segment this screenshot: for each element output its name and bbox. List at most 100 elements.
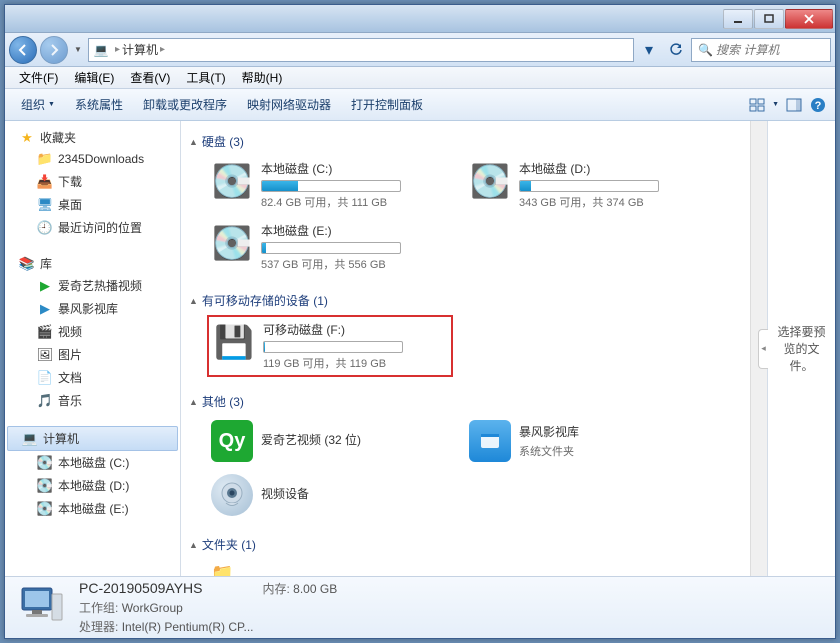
collapse-icon[interactable]: ▲: [189, 397, 198, 407]
folder-item[interactable]: 📁: [207, 559, 453, 576]
preview-pane-button[interactable]: [785, 96, 803, 114]
section-header-other[interactable]: ▲ 其他 (3): [187, 389, 761, 414]
sidebar-item-2345downloads[interactable]: 📁2345Downloads: [5, 148, 180, 170]
iqiyi-icon: ▶: [37, 278, 53, 294]
sidebar-item-drive-c[interactable]: 💽本地磁盘 (C:): [5, 451, 180, 474]
sidebar-item-desktop[interactable]: 🖥桌面: [5, 193, 180, 216]
toolbar-right: ▼ ?: [748, 96, 827, 114]
webcam-icon: [218, 481, 246, 509]
drive-icon: 💽: [37, 501, 53, 517]
forward-button[interactable]: [40, 36, 68, 64]
arrow-left-icon: [17, 44, 29, 56]
nav-history-dropdown[interactable]: ▼: [71, 40, 85, 60]
drive-icon: 💽: [37, 455, 53, 471]
sidebar-item-baofeng[interactable]: ▶暴风影视库: [5, 297, 180, 320]
menubar: 文件(F) 编辑(E) 查看(V) 工具(T) 帮助(H): [5, 67, 835, 89]
system-properties-button[interactable]: 系统属性: [67, 92, 131, 117]
menu-view[interactable]: 查看(V): [122, 67, 178, 88]
computer-name: PC-20190509AYHS: [79, 580, 202, 597]
sidebar-item-downloads[interactable]: 📥下载: [5, 170, 180, 193]
hdd-drive-grid: 💽 本地磁盘 (C:) 82.4 GB 可用，共 111 GB 💽 本地磁盘 (…: [187, 154, 761, 288]
sidebar-libraries-group: 📚 库 ▶爱奇艺热播视频 ▶暴风影视库 🎬视频 🖼图片 📄文档 🎵音乐: [5, 253, 180, 412]
section-header-folders[interactable]: ▲ 文件夹 (1): [187, 532, 761, 557]
baofeng-icon: ▶: [37, 301, 53, 317]
document-icon: 📄: [37, 370, 53, 386]
other-baofeng[interactable]: 暴风影视库 系统文件夹: [465, 416, 711, 466]
menu-help[interactable]: 帮助(H): [234, 67, 291, 88]
address-bar[interactable]: 💻 ▸ 计算机 ▸: [88, 38, 634, 62]
folder-icon: 📁: [211, 563, 233, 576]
content-pane[interactable]: ▲ 硬盘 (3) 💽 本地磁盘 (C:) 82.4 GB 可用，共 111 GB…: [181, 121, 767, 576]
removable-drive-icon: 💾: [213, 321, 255, 363]
computer-large-icon: [15, 582, 67, 634]
drive-d-icon: 💽: [469, 160, 511, 202]
back-button[interactable]: [9, 36, 37, 64]
sidebar-item-drive-e[interactable]: 💽本地磁盘 (E:): [5, 497, 180, 520]
close-icon: [804, 14, 814, 24]
film-icon: [479, 430, 501, 452]
sidebar-item-drive-d[interactable]: 💽本地磁盘 (D:): [5, 474, 180, 497]
collapse-icon[interactable]: ▲: [189, 540, 198, 550]
view-icon: [749, 98, 765, 112]
folder-icon: 📁: [37, 151, 53, 167]
drive-e-bar: [261, 242, 401, 254]
collapse-icon[interactable]: ▲: [189, 137, 198, 147]
other-iqiyi[interactable]: Qy 爱奇艺视频 (32 位): [207, 416, 453, 466]
preview-collapse-handle[interactable]: ◂: [758, 329, 768, 369]
section-header-hdd[interactable]: ▲ 硬盘 (3): [187, 129, 761, 154]
breadcrumb-text[interactable]: 计算机: [122, 41, 158, 58]
menu-file[interactable]: 文件(F): [11, 67, 66, 88]
sidebar-favorites-header[interactable]: ★ 收藏夹: [5, 127, 180, 148]
drive-c-bar: [261, 180, 401, 192]
drive-d[interactable]: 💽 本地磁盘 (D:) 343 GB 可用，共 374 GB: [465, 156, 711, 214]
maximize-button[interactable]: [754, 9, 784, 29]
refresh-button[interactable]: [664, 38, 688, 62]
computer-icon: 💻: [93, 42, 109, 58]
menu-tools[interactable]: 工具(T): [178, 67, 233, 88]
maximize-icon: [764, 14, 774, 24]
map-drive-button[interactable]: 映射网络驱动器: [239, 92, 339, 117]
sidebar[interactable]: ★ 收藏夹 📁2345Downloads 📥下载 🖥桌面 🕘最近访问的位置 📚 …: [5, 121, 181, 576]
sidebar-item-pictures[interactable]: 🖼图片: [5, 343, 180, 366]
control-panel-button[interactable]: 打开控制面板: [343, 92, 431, 117]
collapse-icon[interactable]: ▲: [189, 296, 198, 306]
organize-button[interactable]: 组织 ▼: [13, 92, 63, 117]
sidebar-computer-header[interactable]: 💻 计算机: [7, 426, 178, 451]
help-button[interactable]: ?: [809, 96, 827, 114]
drive-f-bar: [263, 341, 403, 353]
search-placeholder: 搜索 计算机: [716, 41, 779, 58]
minimize-button[interactable]: [723, 9, 753, 29]
menu-edit[interactable]: 编辑(E): [66, 67, 122, 88]
close-button[interactable]: [785, 9, 833, 29]
address-dropdown[interactable]: ▾: [637, 38, 661, 62]
view-dropdown[interactable]: ▼: [772, 101, 779, 108]
video-icon: 🎬: [37, 324, 53, 340]
sidebar-libraries-header[interactable]: 📚 库: [5, 253, 180, 274]
view-options-button[interactable]: [748, 96, 766, 114]
titlebar: [5, 5, 835, 33]
sidebar-item-videos[interactable]: 🎬视频: [5, 320, 180, 343]
iqiyi-app-icon: Qy: [211, 420, 253, 462]
navbar: ▼ 💻 ▸ 计算机 ▸ ▾ 🔍 搜索 计算机: [5, 33, 835, 67]
removable-drive-grid: 💾 可移动磁盘 (F:) 119 GB 可用，共 119 GB: [187, 313, 761, 389]
computer-icon: 💻: [22, 431, 38, 447]
uninstall-button[interactable]: 卸载或更改程序: [135, 92, 235, 117]
preview-pane-icon: [786, 98, 802, 112]
refresh-icon: [669, 43, 683, 57]
drive-f-removable[interactable]: 💾 可移动磁盘 (F:) 119 GB 可用，共 119 GB: [207, 315, 453, 377]
other-video-device[interactable]: 视频设备: [207, 470, 453, 520]
sidebar-item-iqiyi[interactable]: ▶爱奇艺热播视频: [5, 274, 180, 297]
star-icon: ★: [19, 130, 35, 146]
preview-pane: ◂ 选择要预览的文件。: [767, 121, 835, 576]
svg-text:?: ?: [815, 100, 822, 112]
section-header-removable[interactable]: ▲ 有可移动存储的设备 (1): [187, 288, 761, 313]
drive-c[interactable]: 💽 本地磁盘 (C:) 82.4 GB 可用，共 111 GB: [207, 156, 453, 214]
sidebar-item-music[interactable]: 🎵音乐: [5, 389, 180, 412]
sidebar-item-recent[interactable]: 🕘最近访问的位置: [5, 216, 180, 239]
sidebar-item-documents[interactable]: 📄文档: [5, 366, 180, 389]
recent-icon: 🕘: [37, 220, 53, 236]
window-controls: [723, 9, 833, 29]
drive-e[interactable]: 💽 本地磁盘 (E:) 537 GB 可用，共 556 GB: [207, 218, 453, 276]
search-box[interactable]: 🔍 搜索 计算机: [691, 38, 831, 62]
desktop-icon: 🖥: [37, 197, 53, 213]
